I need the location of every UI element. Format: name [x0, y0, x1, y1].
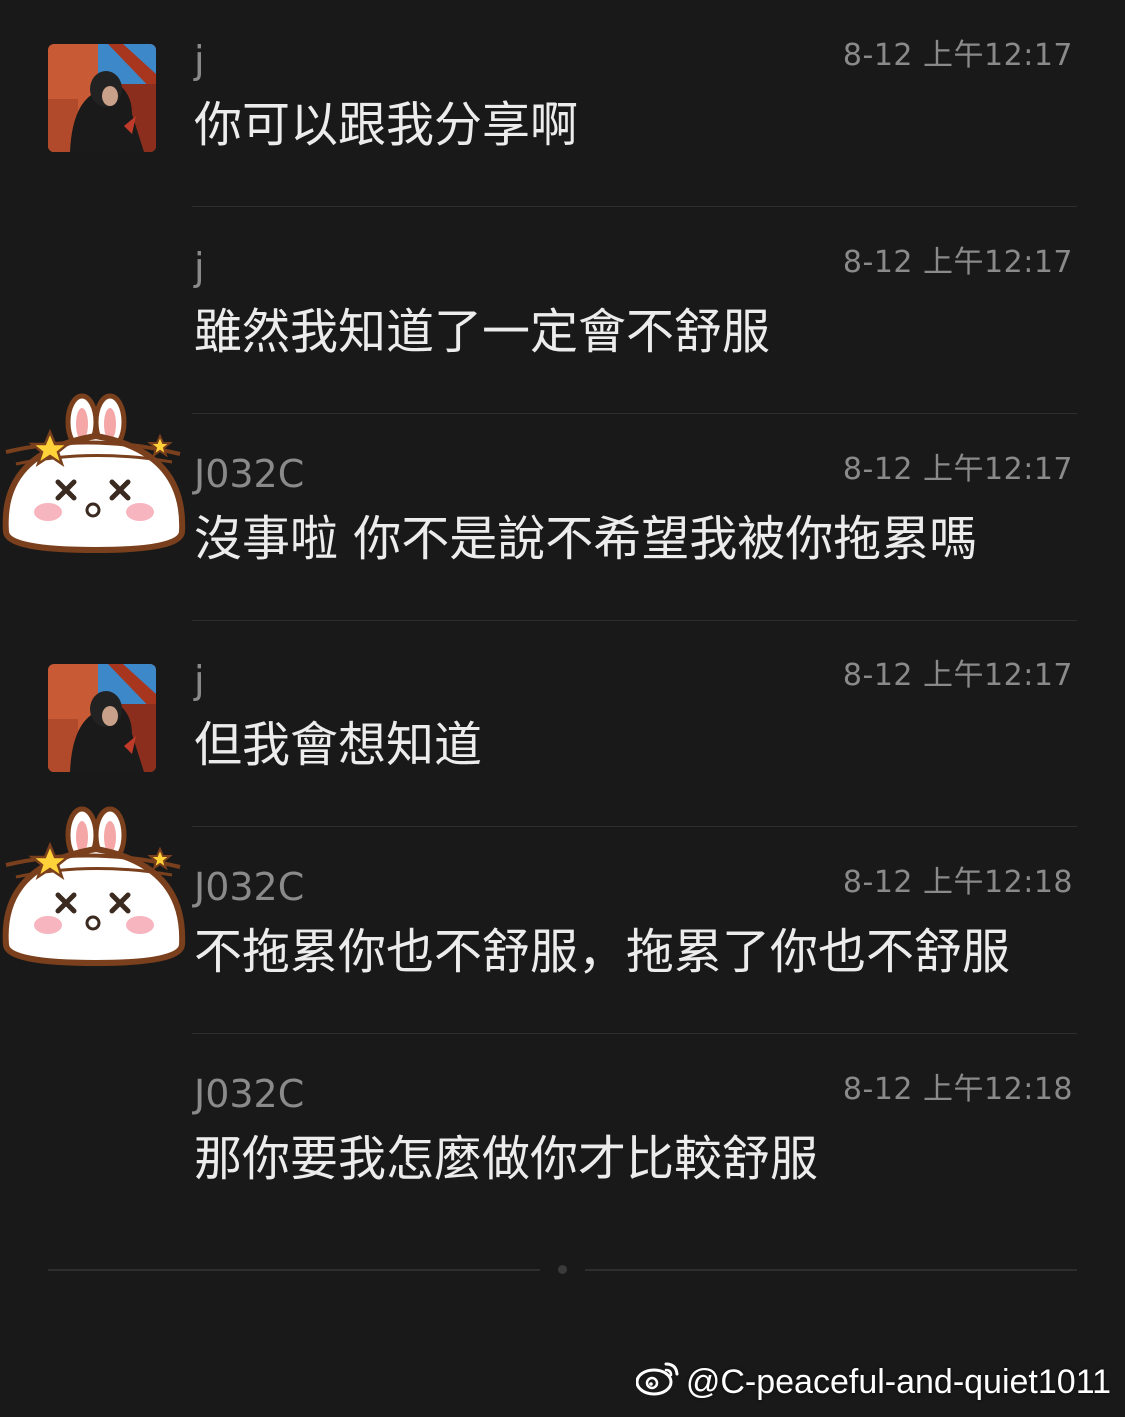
message-timestamp: 8-12 上午12:17: [842, 38, 1073, 73]
bunny-avatar-image: [2, 393, 186, 554]
chat-message[interactable]: j 8-12 上午12:17 你可以跟我分享啊: [0, 0, 1125, 207]
message-text: 沒事啦 你不是說不希望我被你拖累嗎: [194, 511, 978, 567]
message-text: 不拖累你也不舒服，拖累了你也不舒服: [194, 924, 1011, 980]
user-avatar-bunny[interactable]: [0, 805, 192, 997]
message-timestamp: 8-12 上午12:17: [842, 658, 1073, 693]
chat-message[interactable]: J032C 8-12 上午12:18 不拖累你也不舒服，拖累了你也不舒服: [0, 806, 1125, 1034]
chat-message[interactable]: j 8-12 上午12:17 但我會想知道: [0, 620, 1125, 827]
avatar-photo-image: [48, 664, 156, 772]
bottom-divider-left: [48, 1269, 540, 1271]
message-timestamp: 8-12 上午12:18: [842, 865, 1073, 900]
sender-name: j: [194, 658, 205, 702]
watermark-text: @C-peaceful-and-quiet1011: [685, 1363, 1111, 1401]
sender-name: J032C: [194, 1072, 305, 1116]
bottom-divider-dot: [558, 1265, 567, 1274]
chat-message[interactable]: J032C 8-12 上午12:18 那你要我怎麼做你才比較舒服: [0, 1034, 1125, 1241]
avatar-photo-image: [48, 44, 156, 152]
message-timestamp: 8-12 上午12:17: [842, 452, 1073, 487]
message-text: 雖然我知道了一定會不舒服: [194, 304, 771, 360]
user-avatar-bunny[interactable]: [0, 392, 192, 584]
message-timestamp: 8-12 上午12:18: [842, 1072, 1073, 1107]
watermark: @C-peaceful-and-quiet1011: [635, 1360, 1111, 1405]
message-text: 那你要我怎麼做你才比較舒服: [194, 1131, 819, 1187]
sender-name: J032C: [194, 452, 305, 496]
sender-name: j: [194, 245, 205, 289]
user-avatar-photo[interactable]: [48, 44, 156, 152]
user-avatar-photo[interactable]: [48, 664, 156, 772]
message-text: 但我會想知道: [194, 717, 483, 773]
message-timestamp: 8-12 上午12:17: [842, 245, 1073, 280]
sender-name: j: [194, 38, 205, 82]
weibo-icon: [635, 1360, 680, 1405]
bunny-avatar-image: [2, 806, 186, 967]
message-text: 你可以跟我分享啊: [194, 97, 579, 153]
sender-name: J032C: [194, 865, 305, 909]
chat-message[interactable]: j 8-12 上午12:17 雖然我知道了一定會不舒服: [0, 207, 1125, 414]
chat-message[interactable]: J032C 8-12 上午12:17 沒事啦 你不是說不希望我被你拖累嗎: [0, 393, 1125, 621]
bottom-divider-right: [585, 1269, 1077, 1271]
